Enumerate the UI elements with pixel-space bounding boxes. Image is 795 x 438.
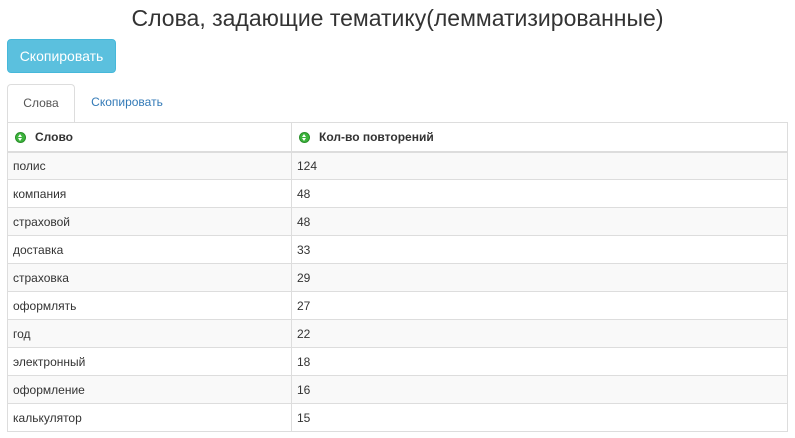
- table-row: электронный 18: [7, 347, 788, 376]
- column-header-label: Слово: [35, 129, 74, 144]
- word-cell: страховой: [7, 207, 292, 236]
- table-row: страховка 29: [7, 263, 788, 292]
- count-cell: 27: [291, 291, 788, 320]
- count-cell: 124: [291, 151, 788, 180]
- count-cell: 48: [291, 207, 788, 236]
- count-cell: 18: [291, 347, 788, 376]
- count-cell: 16: [291, 375, 788, 404]
- word-cell: калькулятор: [7, 403, 292, 432]
- table-row: калькулятор 15: [7, 403, 788, 432]
- table-header-row: Слово Кол-во повторений: [7, 122, 788, 153]
- tab-words[interactable]: Слова: [7, 84, 75, 123]
- tab-bar: Слова Скопировать: [7, 84, 788, 123]
- tab-copy[interactable]: Скопировать: [81, 84, 173, 122]
- table-row: компания 48: [7, 179, 788, 208]
- sort-icon[interactable]: [299, 131, 310, 143]
- column-header-word[interactable]: Слово: [7, 122, 292, 153]
- count-cell: 33: [291, 235, 788, 264]
- count-cell: 29: [291, 263, 788, 292]
- count-cell: 22: [291, 319, 788, 348]
- copy-button[interactable]: Скопировать: [7, 39, 116, 73]
- word-cell: оформление: [7, 375, 292, 404]
- count-cell: 15: [291, 403, 788, 432]
- word-cell: год: [7, 319, 292, 348]
- sort-icon[interactable]: [15, 131, 26, 143]
- table-row: год 22: [7, 319, 788, 348]
- page-title: Слова, задающие тематику(лемматизированн…: [131, 5, 664, 31]
- table-row: доставка 33: [7, 235, 788, 264]
- column-header-label: Кол-во повторений: [319, 129, 434, 144]
- word-cell: электронный: [7, 347, 292, 376]
- table-row: оформлять 27: [7, 291, 788, 320]
- column-header-count[interactable]: Кол-во повторений: [291, 122, 788, 153]
- page: Слова, задающие тематику(лемматизированн…: [0, 0, 795, 438]
- word-cell: оформлять: [7, 291, 292, 320]
- word-cell: компания: [7, 179, 292, 208]
- table-row: оформление 16: [7, 375, 788, 404]
- word-cell: доставка: [7, 235, 292, 264]
- word-cell: страховка: [7, 263, 292, 292]
- table-row: полис 124: [7, 151, 788, 180]
- table-row: страховой 48: [7, 207, 788, 236]
- word-cell: полис: [7, 151, 292, 180]
- count-cell: 48: [291, 179, 788, 208]
- words-table: Слово Кол-во повторений полис 124 компани…: [7, 122, 788, 432]
